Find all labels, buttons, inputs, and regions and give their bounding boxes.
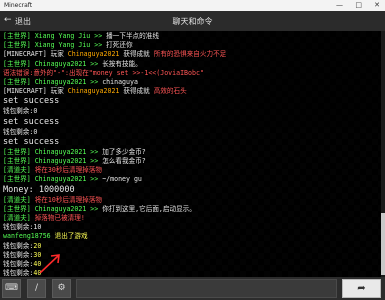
chat-segment: [清道夫] xyxy=(3,195,35,204)
slash-button[interactable]: / xyxy=(27,279,46,298)
chat-line: Money: 1000000 xyxy=(3,185,75,196)
chat-segment: set success xyxy=(3,136,60,147)
chat-segment: [主世界] xyxy=(3,32,31,40)
chat-segment: Xiang Yang Jiu >> xyxy=(30,41,107,50)
chat-segment: Chinaguya2021 xyxy=(67,50,124,59)
chat-segment: 掉落物已被清理! xyxy=(34,214,85,222)
chat-segment: Chinaguya2021 >> xyxy=(30,157,103,165)
chat-segment: Chinaguya2021 >> xyxy=(30,147,103,156)
chat-line: [MINECRAFT] 玩家 Chinaguya2021 获得成就 所有的恐惧来… xyxy=(3,50,226,59)
chat-segment: 钱包剩余: xyxy=(3,241,34,250)
close-icon[interactable]: ✕ xyxy=(374,0,380,11)
chat-line: [主世界] Chinaguya2021 >> 怎么看我金币? xyxy=(3,157,146,166)
chat-segment: chinaguya xyxy=(102,78,138,86)
chat-line: set success xyxy=(3,137,59,148)
chat-segment: [主世界] xyxy=(3,59,31,68)
chat-segment: Money: 1000000 xyxy=(3,184,75,195)
chat-segment: 20 xyxy=(33,241,42,250)
chat-segment: [MINECRAFT] 玩家 xyxy=(3,50,68,59)
chat-segment: Chinaguya2021 >> xyxy=(30,204,103,213)
chat-segment: 获得成就 xyxy=(123,50,154,59)
chat-line: [主世界] Chinaguya2021 >> ~/money gu xyxy=(3,175,142,184)
chat-segment: [MINECRAFT] 玩家 xyxy=(3,87,68,96)
chat-segment: 40 xyxy=(33,260,42,268)
chat-segment: [主世界] xyxy=(3,41,31,50)
chat-line: 钱包剩余:0 xyxy=(3,128,37,137)
window-title: Minecraft xyxy=(4,2,33,9)
window-titlebar: Minecraft — □ ✕ xyxy=(0,0,385,11)
chat-line: 钱包剩余:10 xyxy=(3,223,41,232)
chat-segment: 30 xyxy=(33,250,42,259)
chat-segment: set success xyxy=(3,96,60,107)
chat-segment: 加了多少金币? xyxy=(102,147,146,156)
chat-segment: Chinaguya2021 >> xyxy=(30,175,103,184)
chat-segment: 语法错误:意外的"-":出现在"money set >>-1<<(JoviaIB… xyxy=(3,68,204,77)
gear-icon[interactable]: ⚙ xyxy=(52,279,71,298)
chat-segment: ~/money gu xyxy=(102,175,142,184)
chat-messages: [主世界] Xiang Yang Jiu >> 播一下半点的准线 [主世界] Xi… xyxy=(0,31,381,277)
chat-segment: 你打到这里,它后面,启动显示。 xyxy=(102,204,196,213)
chat-header: ← 退出 聊天和命令 xyxy=(0,11,385,31)
chat-segment: 怎么看我金币? xyxy=(102,157,146,165)
chat-segment: 打死还你 xyxy=(106,41,133,50)
chat-line: [主世界] Chinaguya2021 >> 你打到这里,它后面,启动显示。 xyxy=(3,205,196,214)
chat-segment: 将在30秒后清理掉落物 xyxy=(34,166,102,175)
chat-line: [清道夫] 掉落物已被清理! xyxy=(3,214,85,223)
keyboard-icon[interactable]: ⌨ xyxy=(2,279,21,298)
chat-segment: 钱包剩余:0 xyxy=(3,107,38,116)
chat-input[interactable] xyxy=(76,279,337,298)
chat-segment: 所有的恐惧来自火力不足 xyxy=(153,50,227,59)
chat-segment: 播一下半点的准线 xyxy=(106,32,159,40)
chat-line: 钱包剩余:30 xyxy=(3,251,41,260)
chat-log[interactable]: [主世界] Xiang Yang Jiu >> 播一下半点的准线 [主世界] Xi… xyxy=(0,31,381,277)
chat-line: [主世界] Chinaguya2021 >> 长按有技能。 xyxy=(3,60,142,69)
chat-segment: [主世界] xyxy=(3,147,31,156)
chat-line: 钱包剩余:40 xyxy=(3,269,41,277)
send-icon[interactable]: ➦ xyxy=(342,279,381,298)
chat-segment: 将在10秒后清理掉落物 xyxy=(34,195,102,204)
chat-line: [清道夫] 将在30秒后清理掉落物 xyxy=(3,166,102,175)
maximize-icon[interactable]: □ xyxy=(355,0,362,11)
chat-segment: 钱包剩余:10 xyxy=(3,223,42,232)
chat-segment: Chinaguya2021 xyxy=(67,87,124,96)
chat-bottom-bar: ⌨ / ⚙ ➦ xyxy=(0,277,385,300)
chat-line: [主世界] Xiang Yang Jiu >> 打死还你 xyxy=(3,41,133,50)
chat-line: [主世界] Chinaguya2021 >> chinaguya xyxy=(3,78,138,87)
chat-segment: set success xyxy=(3,116,60,127)
chat-segment: 退出了游戏 xyxy=(54,232,88,241)
chat-segment: wanfeng18756 xyxy=(3,232,55,241)
chat-line: [主世界] Chinaguya2021 >> 加了多少金币? xyxy=(3,148,146,157)
chat-scrollbar-thumb[interactable] xyxy=(381,213,385,275)
chat-segment: 长按有技能。 xyxy=(102,59,142,68)
chat-line: set success xyxy=(3,117,59,128)
chat-segment: [主世界] xyxy=(3,78,31,86)
chat-segment: 高效的石头 xyxy=(153,87,187,96)
chat-segment: [清道夫] xyxy=(3,214,35,222)
chat-line: 钱包剩余:20 xyxy=(3,242,41,251)
chat-segment: Chinaguya2021 >> xyxy=(30,59,103,68)
chat-line: set success xyxy=(3,96,59,107)
chat-segment: Xiang Yang Jiu >> xyxy=(30,32,107,40)
chat-segment: [主世界] xyxy=(3,204,31,213)
chat-segment: 钱包剩余: xyxy=(3,269,34,277)
chat-line: 语法错误:意外的"-":出现在"money set >>-1<<(JoviaIB… xyxy=(3,69,204,78)
chat-line: [主世界] Xiang Yang Jiu >> 播一下半点的准线 xyxy=(3,32,159,41)
chat-line: [清道夫] 将在10秒后清理掉落物 xyxy=(3,196,102,205)
chat-segment: Chinaguya2021 >> xyxy=(30,78,103,86)
page-title: 聊天和命令 xyxy=(172,17,213,26)
chat-segment: 钱包剩余: xyxy=(3,260,34,268)
chat-segment: [清道夫] xyxy=(3,166,35,175)
chat-segment: [主世界] xyxy=(3,157,31,165)
chat-segment: 40 xyxy=(33,269,42,277)
chat-segment: 钱包剩余:0 xyxy=(3,127,38,136)
chat-line: [MINECRAFT] 玩家 Chinaguya2021 获得成就 高效的石头 xyxy=(3,87,187,96)
chat-segment: 钱包剩余: xyxy=(3,250,34,259)
chat-segment: [主世界] xyxy=(3,175,31,184)
chat-line: wanfeng18756 退出了游戏 xyxy=(3,232,88,241)
chat-line: 钱包剩余:40 xyxy=(3,260,41,269)
chat-line: 钱包剩余:0 xyxy=(3,107,37,116)
chat-segment: 获得成就 xyxy=(123,87,154,96)
minimize-icon[interactable]: — xyxy=(336,0,343,11)
